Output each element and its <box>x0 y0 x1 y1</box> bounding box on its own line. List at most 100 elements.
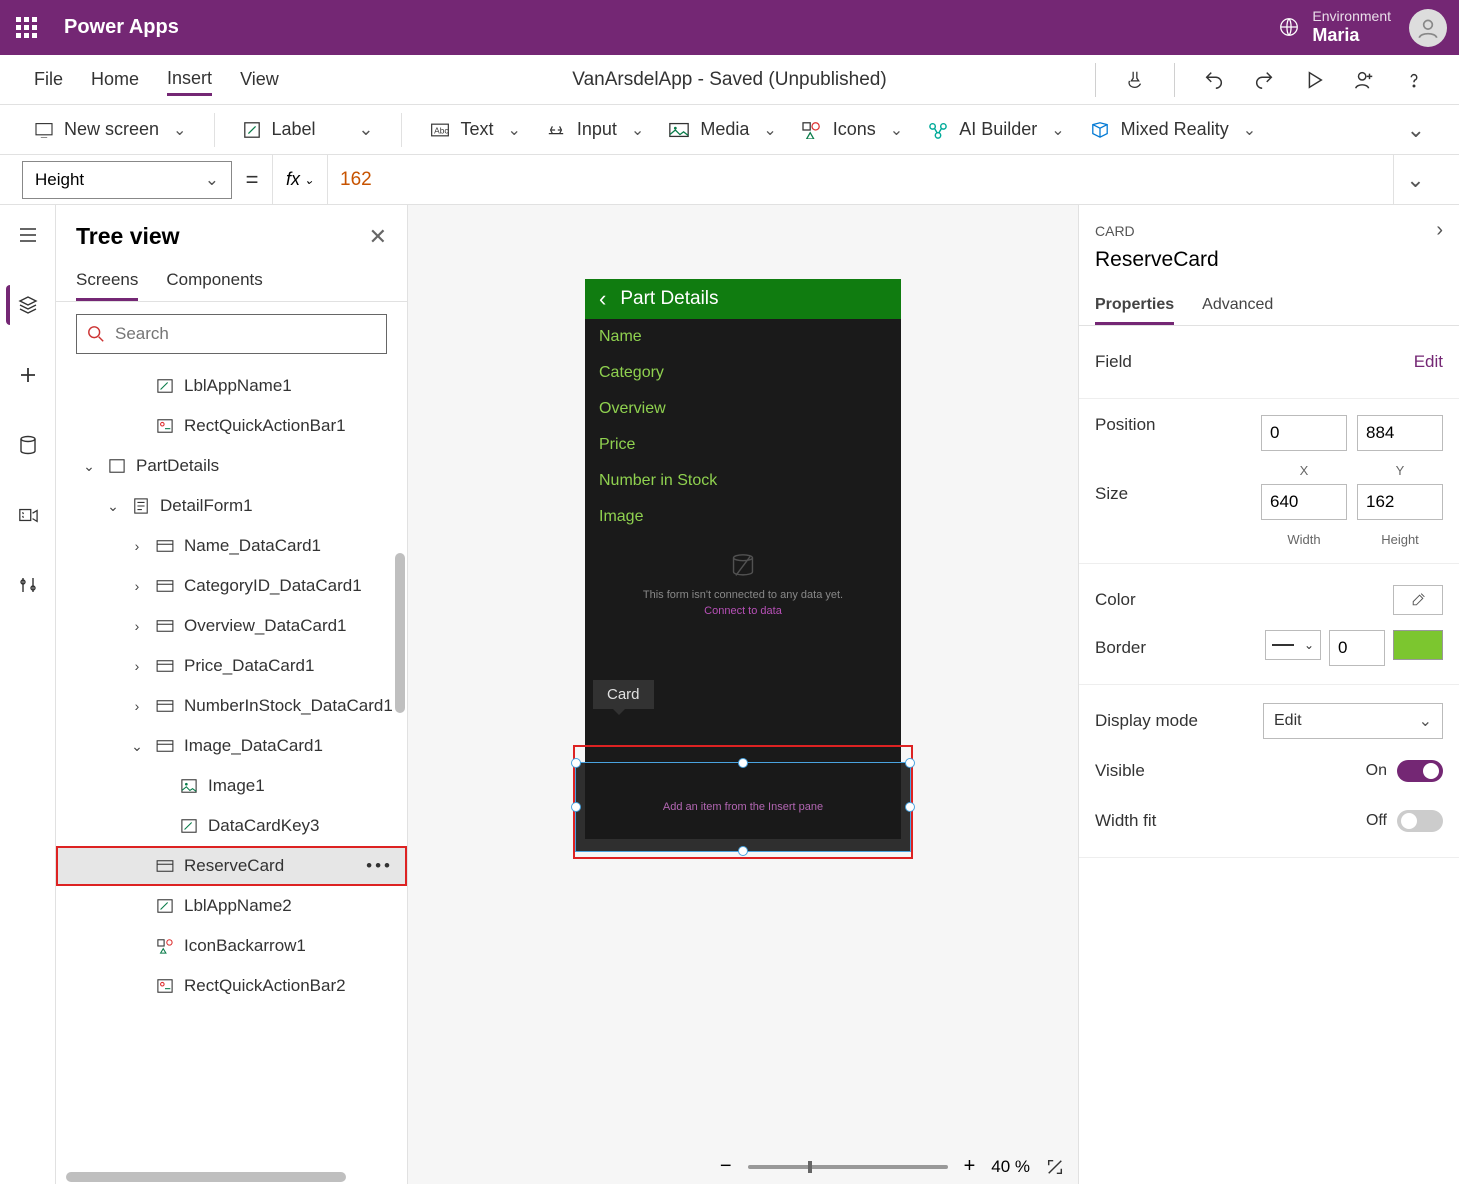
expander-icon[interactable]: › <box>128 658 146 674</box>
tree-row-iconbackarrow1[interactable]: IconBackarrow1 <box>56 926 407 966</box>
rail-media[interactable] <box>8 495 48 535</box>
handle-mr[interactable] <box>905 802 915 812</box>
zoom-in[interactable]: + <box>964 1155 976 1178</box>
tree-row-label: RectQuickActionBar1 <box>184 416 346 436</box>
handle-tr[interactable] <box>905 758 915 768</box>
tree-scrollbar-v[interactable] <box>395 553 405 713</box>
tree-row-datacardkey3[interactable]: DataCardKey3 <box>56 806 407 846</box>
rail-settings[interactable] <box>8 565 48 605</box>
handle-tl[interactable] <box>571 758 581 768</box>
field-label-5[interactable]: Image <box>585 499 901 535</box>
tree-row-lblappname1[interactable]: LblAppName1 <box>56 366 407 406</box>
rail-hamburger[interactable] <box>8 215 48 255</box>
expander-icon[interactable]: ⌄ <box>104 498 122 515</box>
handle-bc[interactable] <box>738 846 748 856</box>
border-width-input[interactable] <box>1329 630 1385 666</box>
position-x-input[interactable] <box>1261 415 1347 451</box>
help-icon[interactable] <box>1403 69 1425 91</box>
user-avatar[interactable] <box>1409 9 1447 47</box>
toolbar-overflow[interactable]: ⌄ <box>1407 117 1425 143</box>
position-y-input[interactable] <box>1357 415 1443 451</box>
rail-add[interactable] <box>8 355 48 395</box>
tab-properties[interactable]: Properties <box>1095 288 1174 325</box>
size-h-input[interactable] <box>1357 484 1443 520</box>
tree-search-input[interactable] <box>115 324 376 344</box>
edit-field-link[interactable]: Edit <box>1414 352 1443 372</box>
field-label-0[interactable]: Name <box>585 319 901 355</box>
size-w-input[interactable] <box>1261 484 1347 520</box>
new-screen-button[interactable]: New screen <box>34 119 186 140</box>
canvas-area[interactable]: ‹ Part Details NameCategoryOverviewPrice… <box>408 205 1078 1184</box>
menu-view[interactable]: View <box>240 65 279 94</box>
formula-input[interactable]: 162 <box>328 155 1393 205</box>
tree-row-image_datacard1[interactable]: ⌄Image_DataCard1 <box>56 726 407 766</box>
health-icon[interactable] <box>1124 69 1146 91</box>
expander-icon[interactable]: › <box>128 698 146 714</box>
field-label-4[interactable]: Number in Stock <box>585 463 901 499</box>
reserve-card-canvas[interactable]: Add an item from the Insert pane <box>575 762 911 852</box>
widthfit-toggle[interactable] <box>1397 810 1443 832</box>
rail-tree[interactable] <box>6 285 46 325</box>
expander-icon[interactable]: › <box>128 538 146 554</box>
border-color-picker[interactable] <box>1393 630 1443 660</box>
color-picker[interactable] <box>1393 585 1443 615</box>
tree-row-categoryid_datacard1[interactable]: ›CategoryID_DataCard1 <box>56 566 407 606</box>
tree-close-button[interactable]: ✕ <box>369 224 387 250</box>
zoom-out[interactable]: − <box>720 1155 732 1178</box>
tree-row-rectquickactionbar1[interactable]: RectQuickActionBar1 <box>56 406 407 446</box>
icons-button[interactable]: Icons <box>801 119 903 140</box>
tree-row-lblappname2[interactable]: LblAppName2 <box>56 886 407 926</box>
fit-icon[interactable] <box>1046 1158 1064 1176</box>
mixed-reality-button[interactable]: Mixed Reality <box>1089 119 1256 140</box>
tree-scrollbar-h[interactable] <box>66 1172 397 1184</box>
share-icon[interactable] <box>1353 69 1375 91</box>
tree-row-numberinstock_datacard1[interactable]: ›NumberInStock_DataCard1 <box>56 686 407 726</box>
ai-builder-button[interactable]: AI Builder <box>927 119 1064 140</box>
menu-file[interactable]: File <box>34 65 63 94</box>
label-button[interactable]: Label ⌄ <box>243 119 373 140</box>
tree-row-name_datacard1[interactable]: ›Name_DataCard1 <box>56 526 407 566</box>
border-style-picker[interactable]: ⌄ <box>1265 630 1321 660</box>
props-expand-icon[interactable]: › <box>1436 219 1443 242</box>
field-label-2[interactable]: Overview <box>585 391 901 427</box>
undo-icon[interactable] <box>1203 69 1225 91</box>
more-icon[interactable]: ••• <box>366 856 393 876</box>
tree-row-detailform1[interactable]: ⌄DetailForm1 <box>56 486 407 526</box>
expander-icon[interactable]: › <box>128 578 146 594</box>
connect-data-link[interactable]: Connect to data <box>585 605 901 617</box>
environment-block[interactable]: Environment Maria <box>1278 8 1391 46</box>
fx-button[interactable]: fx⌄ <box>272 155 328 205</box>
tab-advanced[interactable]: Advanced <box>1202 288 1273 325</box>
redo-icon[interactable] <box>1253 69 1275 91</box>
tree-search[interactable] <box>76 314 387 354</box>
rail-data[interactable] <box>8 425 48 465</box>
input-button[interactable]: Input <box>545 119 644 140</box>
tree-row-partdetails[interactable]: ⌄PartDetails <box>56 446 407 486</box>
tab-components[interactable]: Components <box>166 262 262 301</box>
tree-row-reservecard[interactable]: ReserveCard••• <box>56 846 407 886</box>
tree-row-image1[interactable]: Image1 <box>56 766 407 806</box>
text-button[interactable]: Abc Text <box>430 119 520 140</box>
media-button[interactable]: Media <box>668 119 776 140</box>
zoom-slider[interactable] <box>748 1165 948 1169</box>
handle-tc[interactable] <box>738 758 748 768</box>
back-icon[interactable]: ‹ <box>599 286 606 312</box>
tree-row-rectquickactionbar2[interactable]: RectQuickActionBar2 <box>56 966 407 1006</box>
tab-screens[interactable]: Screens <box>76 262 138 301</box>
menu-home[interactable]: Home <box>91 65 139 94</box>
tree-row-overview_datacard1[interactable]: ›Overview_DataCard1 <box>56 606 407 646</box>
menu-insert[interactable]: Insert <box>167 64 212 96</box>
formula-expand[interactable]: ⌄ <box>1393 155 1437 205</box>
waffle-icon[interactable] <box>12 14 40 42</box>
expander-icon[interactable]: ⌄ <box>80 458 98 475</box>
handle-ml[interactable] <box>571 802 581 812</box>
field-label-3[interactable]: Price <box>585 427 901 463</box>
property-dropdown[interactable]: Height⌄ <box>22 161 232 199</box>
display-mode-select[interactable]: Edit⌄ <box>1263 703 1443 739</box>
expander-icon[interactable]: ⌄ <box>128 738 146 755</box>
tree-row-price_datacard1[interactable]: ›Price_DataCard1 <box>56 646 407 686</box>
visible-toggle[interactable] <box>1397 760 1443 782</box>
field-label-1[interactable]: Category <box>585 355 901 391</box>
play-icon[interactable] <box>1303 69 1325 91</box>
expander-icon[interactable]: › <box>128 618 146 634</box>
